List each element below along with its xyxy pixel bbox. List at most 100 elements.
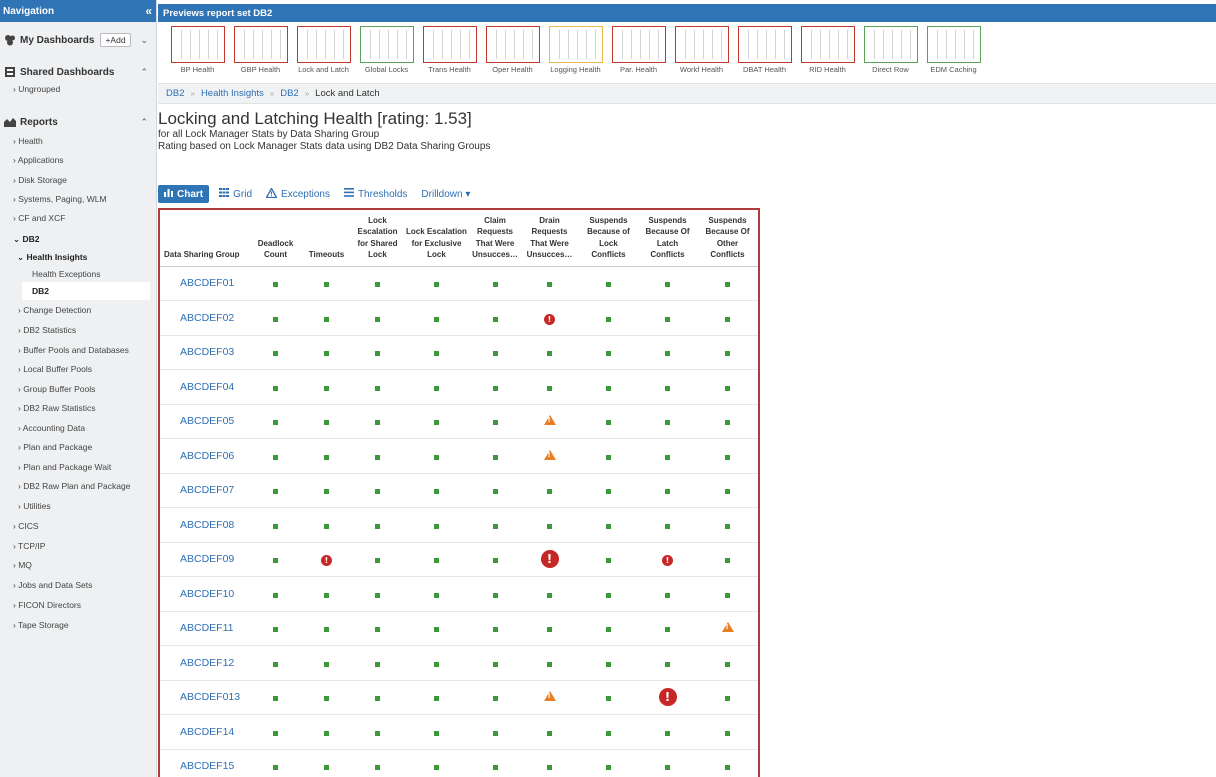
preview-thumbnail[interactable]: Workf Health (670, 26, 733, 74)
status-cell[interactable] (697, 266, 758, 301)
status-cell[interactable] (403, 266, 470, 301)
nav-item-plan-package-wait[interactable]: › Plan and Package Wait (18, 462, 111, 472)
status-cell[interactable] (352, 542, 403, 577)
status-cell[interactable] (250, 576, 301, 612)
status-cell[interactable] (352, 645, 403, 681)
status-cell[interactable] (352, 438, 403, 474)
status-cell[interactable] (403, 507, 470, 543)
chevron-up-icon[interactable]: ⌃ (140, 67, 148, 78)
status-cell[interactable] (520, 714, 579, 750)
chevron-down-icon[interactable]: ⌄ (140, 35, 148, 46)
data-sharing-group-link[interactable]: ABCDEF10 (160, 576, 250, 612)
status-cell[interactable] (697, 473, 758, 508)
status-cell[interactable] (301, 473, 352, 508)
status-cell[interactable] (697, 335, 758, 370)
nav-item-db2-raw-plan-package[interactable]: › DB2 Raw Plan and Package (18, 481, 130, 491)
status-cell[interactable] (579, 507, 638, 543)
nav-item-tcpip[interactable]: › TCP/IP (13, 541, 45, 551)
chart-view-button[interactable]: Chart (158, 185, 210, 203)
status-cell[interactable] (638, 266, 697, 301)
status-cell[interactable] (352, 507, 403, 543)
column-header[interactable]: Lock Escalation for Exclusive Lock (403, 210, 470, 267)
column-header[interactable]: Claim Requests That Were Unsucces… (470, 210, 520, 267)
status-cell[interactable] (697, 438, 758, 474)
status-cell[interactable] (301, 645, 352, 681)
data-sharing-group-link[interactable]: ABCDEF15 (160, 749, 250, 777)
status-cell[interactable] (470, 714, 520, 750)
status-cell[interactable] (697, 749, 758, 777)
nav-item-utilities[interactable]: › Utilities (18, 501, 51, 511)
collapse-nav-icon[interactable]: « (145, 4, 152, 18)
preview-thumbnail[interactable]: Trans Health (418, 26, 481, 74)
nav-item-db2-raw-statistics[interactable]: › DB2 Raw Statistics (18, 403, 95, 413)
nav-item-group-buffer-pools[interactable]: › Group Buffer Pools (18, 384, 95, 394)
status-cell[interactable] (520, 335, 579, 370)
nav-item-jobs-data-sets[interactable]: › Jobs and Data Sets (13, 580, 92, 590)
status-cell[interactable] (352, 404, 403, 439)
status-cell[interactable] (352, 576, 403, 612)
status-cell[interactable] (352, 300, 403, 336)
status-cell[interactable] (638, 645, 697, 681)
status-cell[interactable] (250, 611, 301, 646)
status-cell[interactable] (470, 335, 520, 370)
status-cell[interactable] (301, 611, 352, 646)
nav-item-systems-paging-wlm[interactable]: › Systems, Paging, WLM (13, 194, 107, 204)
status-cell[interactable] (470, 611, 520, 646)
status-cell[interactable] (250, 404, 301, 439)
status-cell[interactable] (470, 473, 520, 508)
status-cell[interactable] (470, 680, 520, 715)
status-cell[interactable] (301, 680, 352, 715)
status-cell[interactable] (638, 749, 697, 777)
status-cell[interactable] (403, 369, 470, 405)
nav-item-db2[interactable]: ⌄ DB2 (13, 234, 40, 245)
status-cell[interactable]: ! (638, 542, 697, 577)
status-cell[interactable] (250, 507, 301, 543)
status-cell[interactable] (352, 335, 403, 370)
status-cell[interactable] (250, 680, 301, 715)
shared-dashboards-section[interactable]: Shared Dashboards ⌃ (4, 66, 152, 78)
data-sharing-group-link[interactable]: ABCDEF14 (160, 714, 250, 750)
preview-thumbnail[interactable]: Direct Row (859, 26, 922, 74)
status-cell[interactable] (470, 576, 520, 612)
status-cell[interactable]: ! (520, 542, 579, 577)
data-sharing-group-link[interactable]: ABCDEF12 (160, 645, 250, 681)
column-header[interactable]: Timeouts (301, 210, 352, 267)
data-sharing-group-link[interactable]: ABCDEF02 (160, 300, 250, 336)
status-cell[interactable] (352, 680, 403, 715)
preview-thumbnail[interactable]: Global Locks (355, 26, 418, 74)
status-cell[interactable] (520, 369, 579, 405)
nav-item-health-exceptions[interactable]: Health Exceptions (32, 269, 101, 279)
status-cell[interactable] (697, 542, 758, 577)
status-cell[interactable] (697, 645, 758, 681)
data-sharing-group-link[interactable]: ABCDEF11 (160, 611, 250, 646)
status-cell[interactable] (579, 749, 638, 777)
status-cell[interactable] (470, 266, 520, 301)
status-cell[interactable] (403, 749, 470, 777)
status-cell[interactable] (520, 266, 579, 301)
status-cell[interactable] (579, 645, 638, 681)
status-cell[interactable] (250, 438, 301, 474)
data-sharing-group-link[interactable]: ABCDEF07 (160, 473, 250, 508)
status-cell[interactable] (403, 576, 470, 612)
status-cell[interactable] (403, 335, 470, 370)
status-cell[interactable] (250, 714, 301, 750)
column-header[interactable]: Lock Escalation for Shared Lock (352, 210, 403, 267)
status-cell[interactable] (352, 611, 403, 646)
status-cell[interactable] (520, 680, 579, 715)
status-cell[interactable] (579, 542, 638, 577)
status-cell[interactable] (579, 369, 638, 405)
status-cell[interactable] (301, 507, 352, 543)
status-cell[interactable] (250, 749, 301, 777)
preview-thumbnail[interactable]: Oper Health (481, 26, 544, 74)
status-cell[interactable] (638, 300, 697, 336)
status-cell[interactable] (697, 714, 758, 750)
status-cell[interactable] (470, 369, 520, 405)
status-cell[interactable] (301, 266, 352, 301)
column-header[interactable]: Suspends Because of Lock Conflicts (579, 210, 638, 267)
my-dashboards-section[interactable]: My Dashboards +Add ⌄ (4, 33, 152, 47)
status-cell[interactable] (301, 576, 352, 612)
nav-item-cf-xcf[interactable]: › CF and XCF (13, 213, 65, 223)
nav-item-disk-storage[interactable]: › Disk Storage (13, 175, 67, 185)
status-cell[interactable] (638, 507, 697, 543)
status-cell[interactable] (352, 369, 403, 405)
